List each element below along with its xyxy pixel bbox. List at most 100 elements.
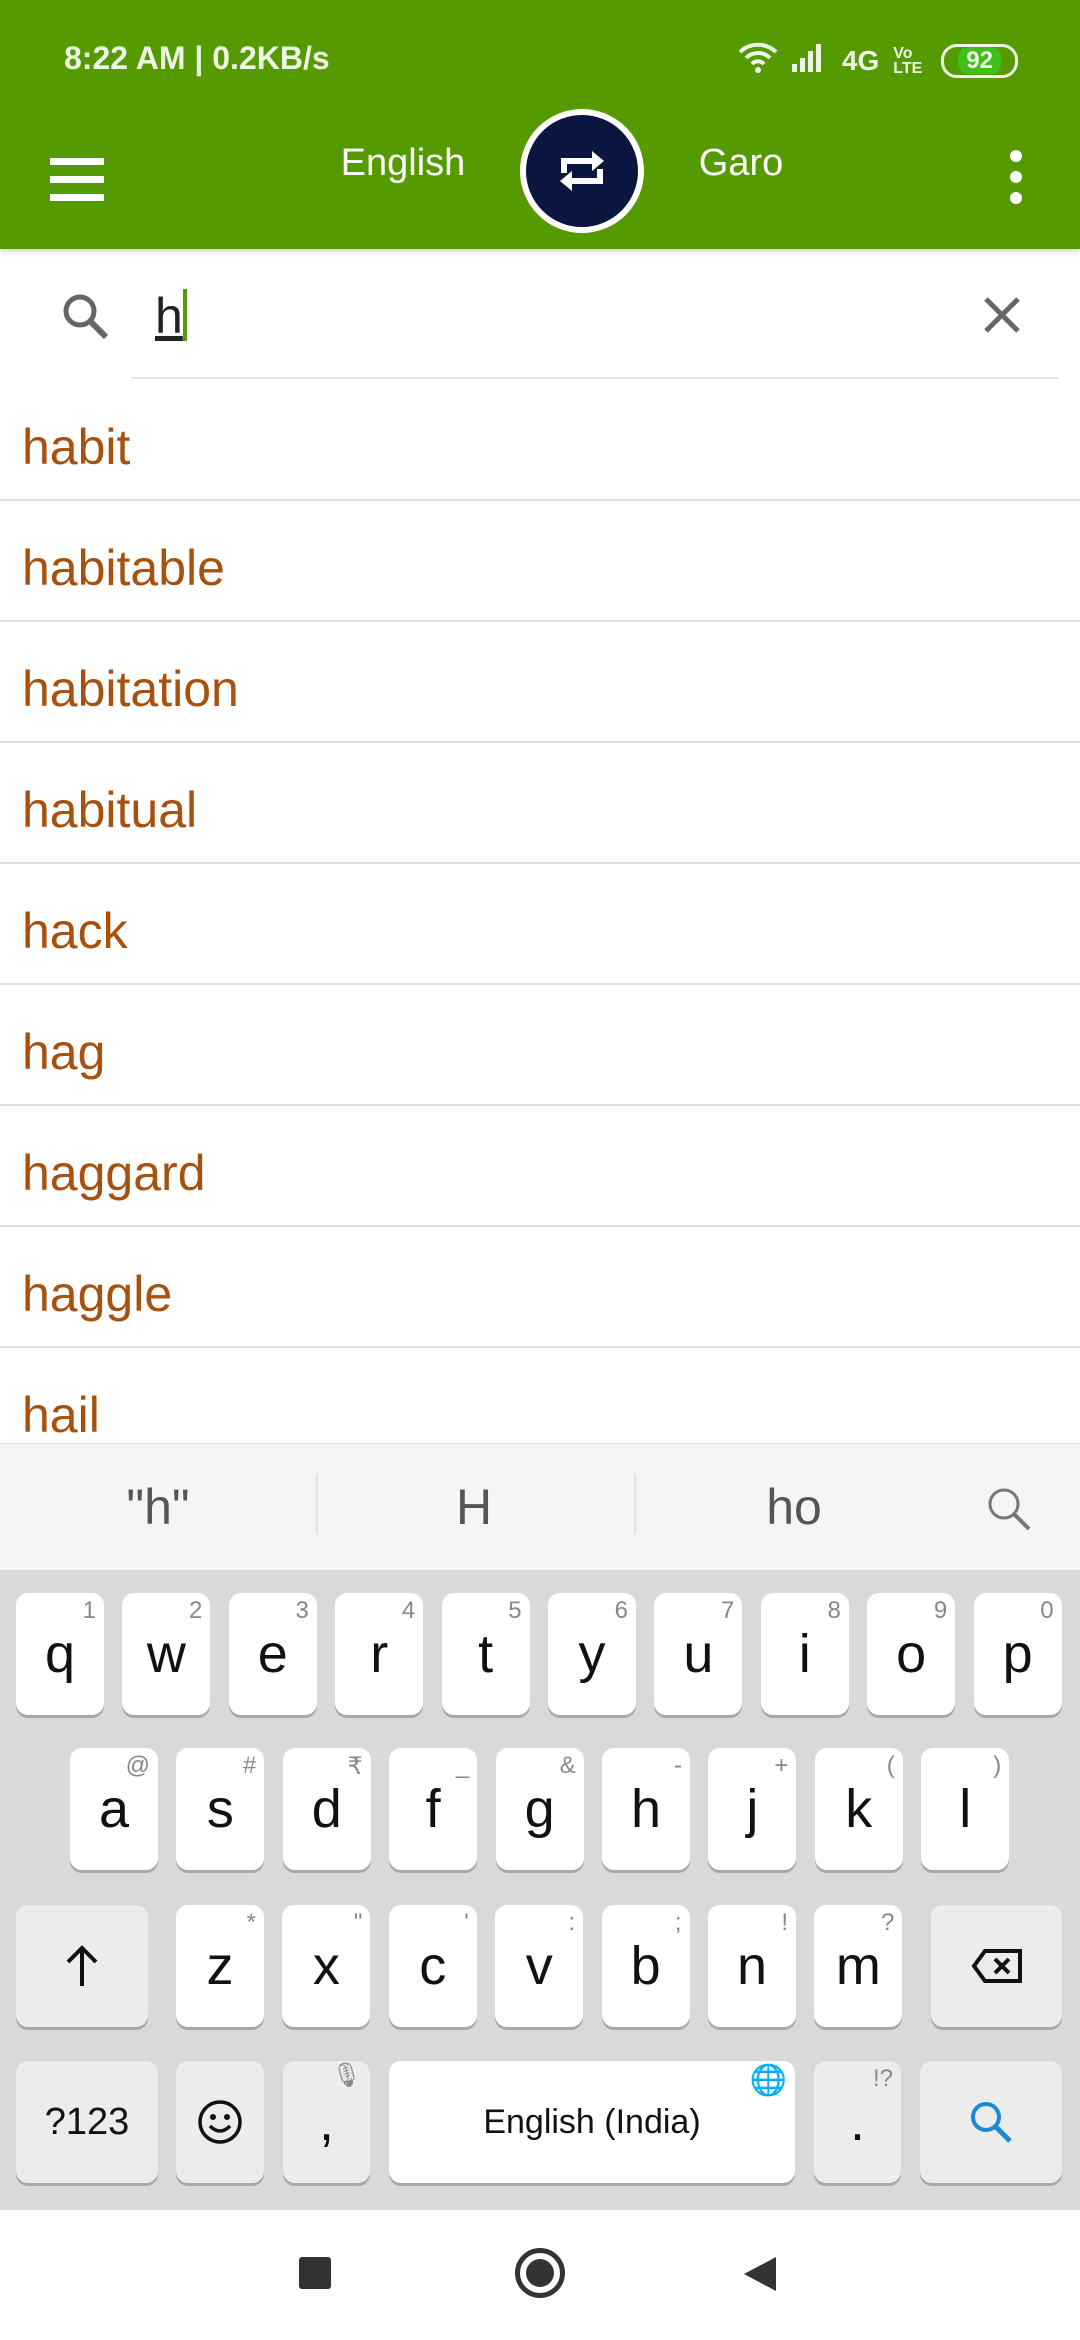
backspace-icon — [971, 1949, 1022, 1983]
recents-button[interactable] — [299, 2257, 331, 2289]
signal-icon — [791, 42, 828, 79]
key-hint: @ — [125, 1752, 150, 1779]
volte-icon: Vo LTE — [893, 44, 923, 77]
key-e[interactable]: e3 — [228, 1593, 317, 1715]
key-label: y — [578, 1624, 606, 1684]
key-hint: 7 — [721, 1597, 735, 1624]
suggestion[interactable]: ho — [766, 1478, 822, 1536]
key-y[interactable]: y6 — [548, 1593, 636, 1715]
battery-indicator: 92 — [941, 43, 1018, 78]
emoji-key[interactable] — [176, 2061, 264, 2183]
space-key[interactable]: English (India) 🌐 — [389, 2061, 795, 2183]
result-item[interactable]: haggard — [0, 1106, 1080, 1227]
key-label: English (India) — [483, 2102, 701, 2141]
key-label: h — [630, 1779, 662, 1839]
key-v[interactable]: v: — [495, 1905, 584, 2027]
key-h[interactable]: h- — [602, 1748, 690, 1870]
key-i[interactable]: i8 — [760, 1593, 849, 1715]
key-n[interactable]: n! — [708, 1905, 796, 2027]
source-language[interactable]: English — [341, 142, 466, 185]
key-t[interactable]: t5 — [441, 1593, 530, 1715]
key-b[interactable]: b; — [601, 1905, 690, 2027]
app-bar: English Garo — [0, 109, 1080, 249]
back-button[interactable] — [742, 2255, 778, 2293]
shift-key[interactable] — [16, 1905, 148, 2027]
key-q[interactable]: q1 — [16, 1593, 104, 1715]
result-item[interactable]: habit — [0, 380, 1080, 501]
divider — [316, 1474, 318, 1534]
key-d[interactable]: d ₹ — [282, 1748, 371, 1870]
key-hint: ( — [886, 1752, 895, 1779]
result-item[interactable]: habitation — [0, 622, 1080, 743]
shift-icon — [66, 1945, 98, 1986]
key-hint: ! — [781, 1909, 788, 1936]
key-label: d — [311, 1779, 342, 1839]
key-f[interactable]: f _ — [389, 1748, 478, 1870]
key-w[interactable]: w2 — [122, 1593, 211, 1715]
result-item[interactable]: habitual — [0, 743, 1080, 864]
globe-icon: 🌐 — [749, 2064, 787, 2097]
key-hint: & — [559, 1752, 576, 1779]
navigation-bar — [0, 2210, 1080, 2340]
result-item[interactable]: habitable — [0, 501, 1080, 622]
key-c[interactable]: c ' — [388, 1905, 477, 2027]
key-hint: # — [243, 1752, 257, 1779]
key-label: c — [419, 1936, 447, 1996]
key-x[interactable]: x " — [282, 1905, 371, 2027]
period-key[interactable]: .!? — [814, 2061, 901, 2183]
wifi-icon — [738, 40, 778, 81]
key-k[interactable]: k( — [814, 1748, 903, 1870]
key-hint: 9 — [933, 1597, 948, 1624]
keyboard-search-icon[interactable] — [984, 1484, 1034, 1534]
swap-languages-button[interactable] — [520, 109, 644, 233]
key-label: . — [849, 2092, 865, 2152]
more-options-icon[interactable] — [1010, 150, 1028, 213]
key-hint: 5 — [508, 1597, 522, 1624]
suggestion[interactable]: "h" — [126, 1478, 189, 1536]
hamburger-menu-icon[interactable] — [50, 158, 104, 204]
clear-icon[interactable] — [982, 295, 1022, 335]
key-s[interactable]: s # — [176, 1748, 265, 1870]
key-label: ?123 — [44, 2100, 130, 2143]
key-label: s — [206, 1779, 234, 1839]
key-label: f — [425, 1779, 441, 1839]
result-item[interactable]: haggle — [0, 1227, 1080, 1348]
search-underline — [131, 377, 1058, 379]
result-item[interactable]: hag — [0, 985, 1080, 1106]
suggestion[interactable]: H — [456, 1478, 492, 1536]
key-label: w — [146, 1624, 186, 1684]
key-hint: : — [568, 1909, 576, 1936]
key-j[interactable]: j + — [708, 1748, 797, 1870]
search-icon — [971, 2102, 1012, 2143]
key-r[interactable]: r4 — [335, 1593, 424, 1715]
comma-key[interactable]: , 🎙 — [283, 2061, 370, 2183]
key-label: b — [630, 1936, 661, 1996]
key-u[interactable]: u7 — [654, 1593, 743, 1715]
status-bar: 8:22 AM | 0.2KB/s 4G Vo LTE 92 — [0, 0, 1080, 120]
target-language[interactable]: Garo — [699, 142, 783, 185]
status-time: 8:22 AM | 0.2KB/s — [64, 40, 330, 76]
key-hint: 4 — [401, 1597, 416, 1624]
key-label: p — [1002, 1624, 1033, 1684]
key-hint: 8 — [827, 1597, 841, 1624]
key-p[interactable]: p0 — [973, 1593, 1062, 1715]
key-label: o — [896, 1624, 927, 1684]
key-hint: - — [674, 1752, 682, 1779]
swap-icon — [560, 151, 604, 191]
symbols-key[interactable]: ?123 — [16, 2061, 158, 2183]
search-action-key[interactable] — [920, 2061, 1062, 2183]
key-label: i — [798, 1624, 811, 1684]
key-l[interactable]: l) — [921, 1748, 1010, 1870]
home-button[interactable] — [515, 2248, 565, 2298]
backspace-key[interactable] — [931, 1905, 1062, 2027]
key-m[interactable]: m? — [814, 1905, 903, 2027]
key-z[interactable]: z * — [176, 1905, 264, 2027]
key-g[interactable]: g & — [495, 1748, 584, 1870]
key-o[interactable]: o9 — [867, 1593, 956, 1715]
key-label: z — [206, 1936, 234, 1996]
result-item[interactable]: hack — [0, 864, 1080, 985]
search-input[interactable]: h — [155, 287, 187, 345]
key-a[interactable]: a @ — [70, 1748, 158, 1870]
key-label: q — [44, 1624, 76, 1684]
key-label: u — [683, 1624, 714, 1684]
